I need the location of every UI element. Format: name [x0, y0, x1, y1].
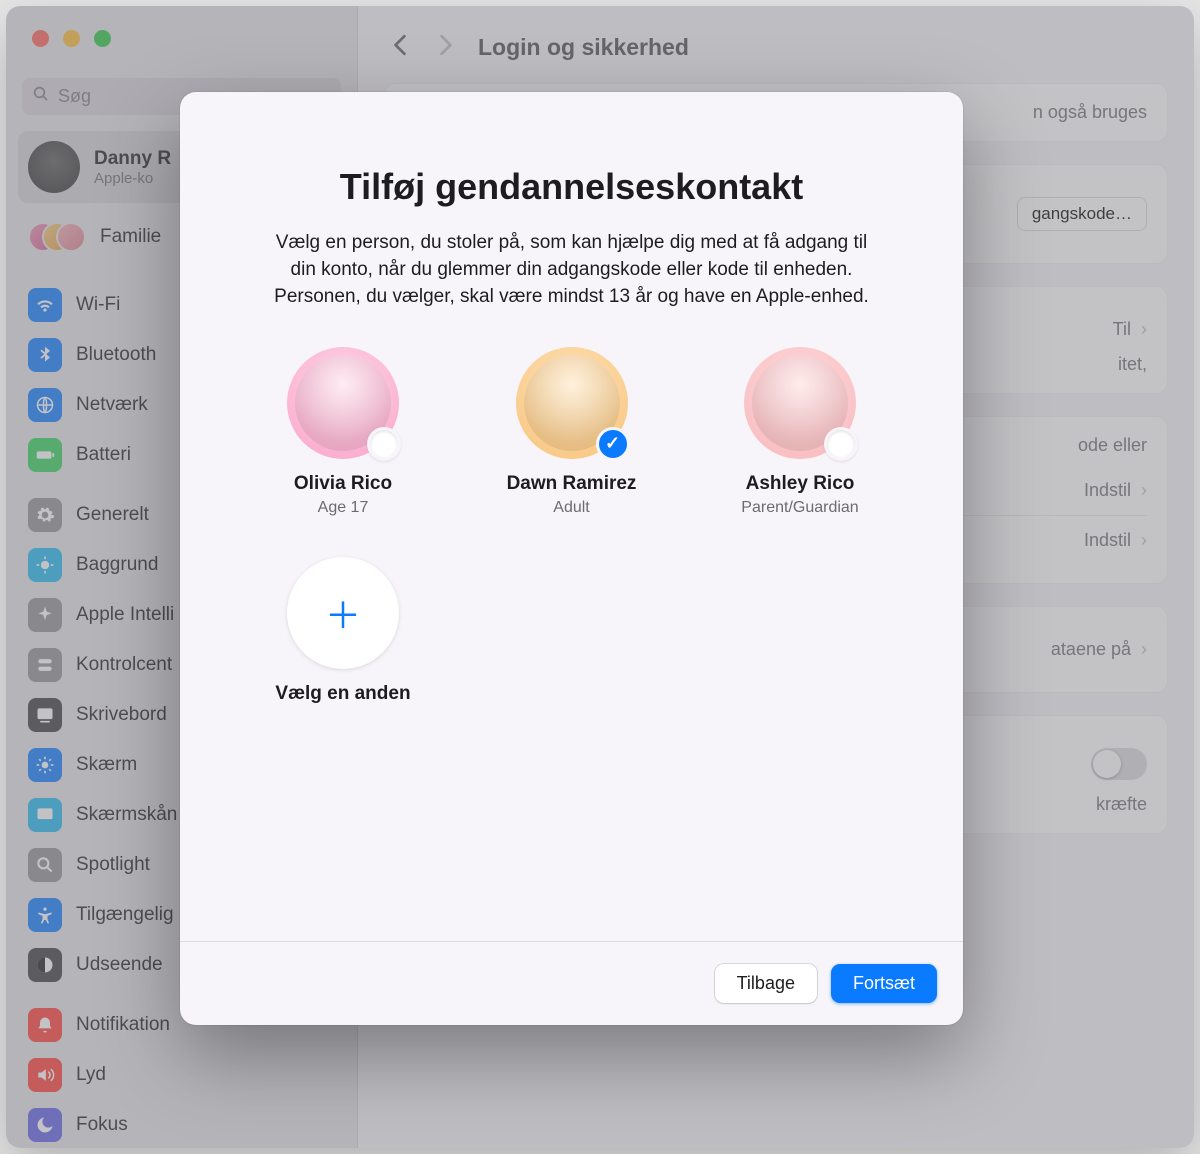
contact-avatar — [287, 347, 399, 459]
modal-description: Vælg en person, du stoler på, som kan hj… — [262, 230, 882, 311]
continue-button[interactable]: Fortsæt — [831, 964, 937, 1003]
choose-another-button[interactable]: ＋ Vælg en anden — [238, 557, 448, 705]
contact-avatar: ✓ — [516, 347, 628, 459]
contact-grid: Olivia Rico Age 17 ✓ Dawn Ramirez Adult Ashle… — [232, 347, 911, 517]
contact-role: Age 17 — [318, 499, 369, 517]
recovery-contact-modal: Tilføj gendannelseskontakt Vælg en perso… — [180, 92, 963, 1025]
contact-option[interactable]: Ashley Rico Parent/Guardian — [695, 347, 905, 517]
contact-name: Dawn Ramirez — [507, 473, 637, 495]
empty-check-icon — [367, 427, 401, 461]
contact-name: Ashley Rico — [746, 473, 855, 495]
contact-avatar — [744, 347, 856, 459]
plus-icon: ＋ — [287, 557, 399, 669]
modal-footer: Tilbage Fortsæt — [180, 941, 963, 1025]
empty-check-icon — [824, 427, 858, 461]
back-button[interactable]: Tilbage — [715, 964, 817, 1003]
checkmark-icon: ✓ — [596, 427, 630, 461]
contact-role: Adult — [553, 499, 589, 517]
modal-title: Tilføj gendannelseskontakt — [232, 166, 911, 208]
contact-option[interactable]: ✓ Dawn Ramirez Adult — [467, 347, 677, 517]
choose-another-label: Vælg en anden — [275, 683, 410, 705]
system-settings-window: Søg Danny R Apple-ko Familie Wi-FiBlueto… — [6, 6, 1194, 1148]
contact-name: Olivia Rico — [294, 473, 392, 495]
contact-option[interactable]: Olivia Rico Age 17 — [238, 347, 448, 517]
contact-role: Parent/Guardian — [741, 499, 858, 517]
